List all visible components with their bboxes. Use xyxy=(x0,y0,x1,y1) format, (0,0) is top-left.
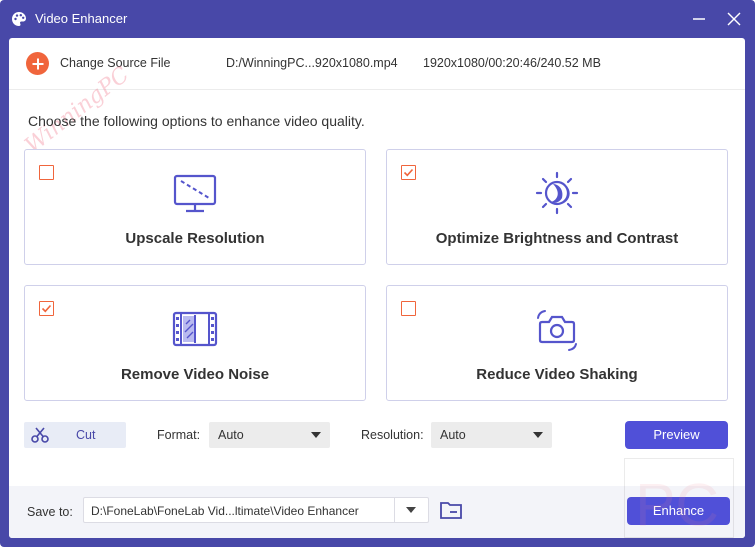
noise-label: Remove Video Noise xyxy=(120,366,270,383)
upscale-checkbox[interactable] xyxy=(39,165,54,180)
resolution-select[interactable]: Auto xyxy=(431,422,552,448)
save-to-label: Save to: xyxy=(27,505,73,519)
palette-icon xyxy=(12,12,26,26)
option-optimize-brightness[interactable]: Optimize Brightness and Contrast xyxy=(386,149,728,265)
format-select[interactable]: Auto xyxy=(209,422,330,448)
save-path-value: D:\FoneLab\FoneLab Vid...ltimate\Video E… xyxy=(91,504,359,518)
shaking-label: Reduce Video Shaking xyxy=(476,366,638,383)
save-bar: Save to: D:\FoneLab\FoneLab Vid...ltimat… xyxy=(9,486,745,538)
source-file-name: D:/WinningPC...920x1080.mp4 xyxy=(226,56,398,70)
option-reduce-shaking[interactable]: Reduce Video Shaking xyxy=(386,285,728,401)
brightness-label: Optimize Brightness and Contrast xyxy=(435,230,679,247)
monitor-icon xyxy=(173,174,217,213)
resolution-value: Auto xyxy=(440,428,466,442)
option-upscale-resolution[interactable]: Upscale Resolution xyxy=(24,149,366,265)
brightness-checkbox[interactable] xyxy=(401,165,416,180)
source-bar: Change Source File D:/WinningPC...920x10… xyxy=(9,38,745,90)
scissors-icon xyxy=(31,427,49,443)
cut-button[interactable]: Cut xyxy=(24,422,126,448)
format-value: Auto xyxy=(218,428,244,442)
chevron-down-icon xyxy=(533,432,543,438)
option-remove-noise[interactable]: Remove Video Noise xyxy=(24,285,366,401)
main-panel: Change Source File D:/WinningPC...920x10… xyxy=(9,38,745,538)
camera-shake-icon xyxy=(537,310,577,351)
chevron-down-icon xyxy=(311,432,321,438)
save-path-field[interactable]: D:\FoneLab\FoneLab Vid...ltimate\Video E… xyxy=(83,497,429,523)
format-label: Format: xyxy=(157,428,201,442)
window-title: Video Enhancer xyxy=(35,11,128,26)
source-file-info: 1920x1080/00:20:46/240.52 MB xyxy=(423,56,601,70)
video-enhancer-window: Video Enhancer Change Source File D:/Win… xyxy=(0,0,755,547)
enhance-button[interactable]: Enhance xyxy=(627,497,730,525)
path-divider xyxy=(394,498,395,522)
title-bar: Video Enhancer xyxy=(0,0,755,38)
add-source-icon[interactable] xyxy=(26,52,49,75)
change-source-button[interactable]: Change Source File xyxy=(60,56,170,70)
folder-icon[interactable] xyxy=(439,500,463,520)
upscale-label: Upscale Resolution xyxy=(125,230,265,247)
preview-button[interactable]: Preview xyxy=(625,421,728,449)
instruction-text: Choose the following options to enhance … xyxy=(28,113,365,129)
film-icon xyxy=(172,311,218,347)
brightness-icon xyxy=(535,171,579,215)
cut-label: Cut xyxy=(76,428,96,442)
minimize-icon[interactable] xyxy=(690,10,708,28)
close-icon[interactable] xyxy=(725,10,743,28)
shaking-checkbox[interactable] xyxy=(401,301,416,316)
resolution-label: Resolution: xyxy=(361,428,424,442)
chevron-down-icon[interactable] xyxy=(406,507,416,513)
noise-checkbox[interactable] xyxy=(39,301,54,316)
